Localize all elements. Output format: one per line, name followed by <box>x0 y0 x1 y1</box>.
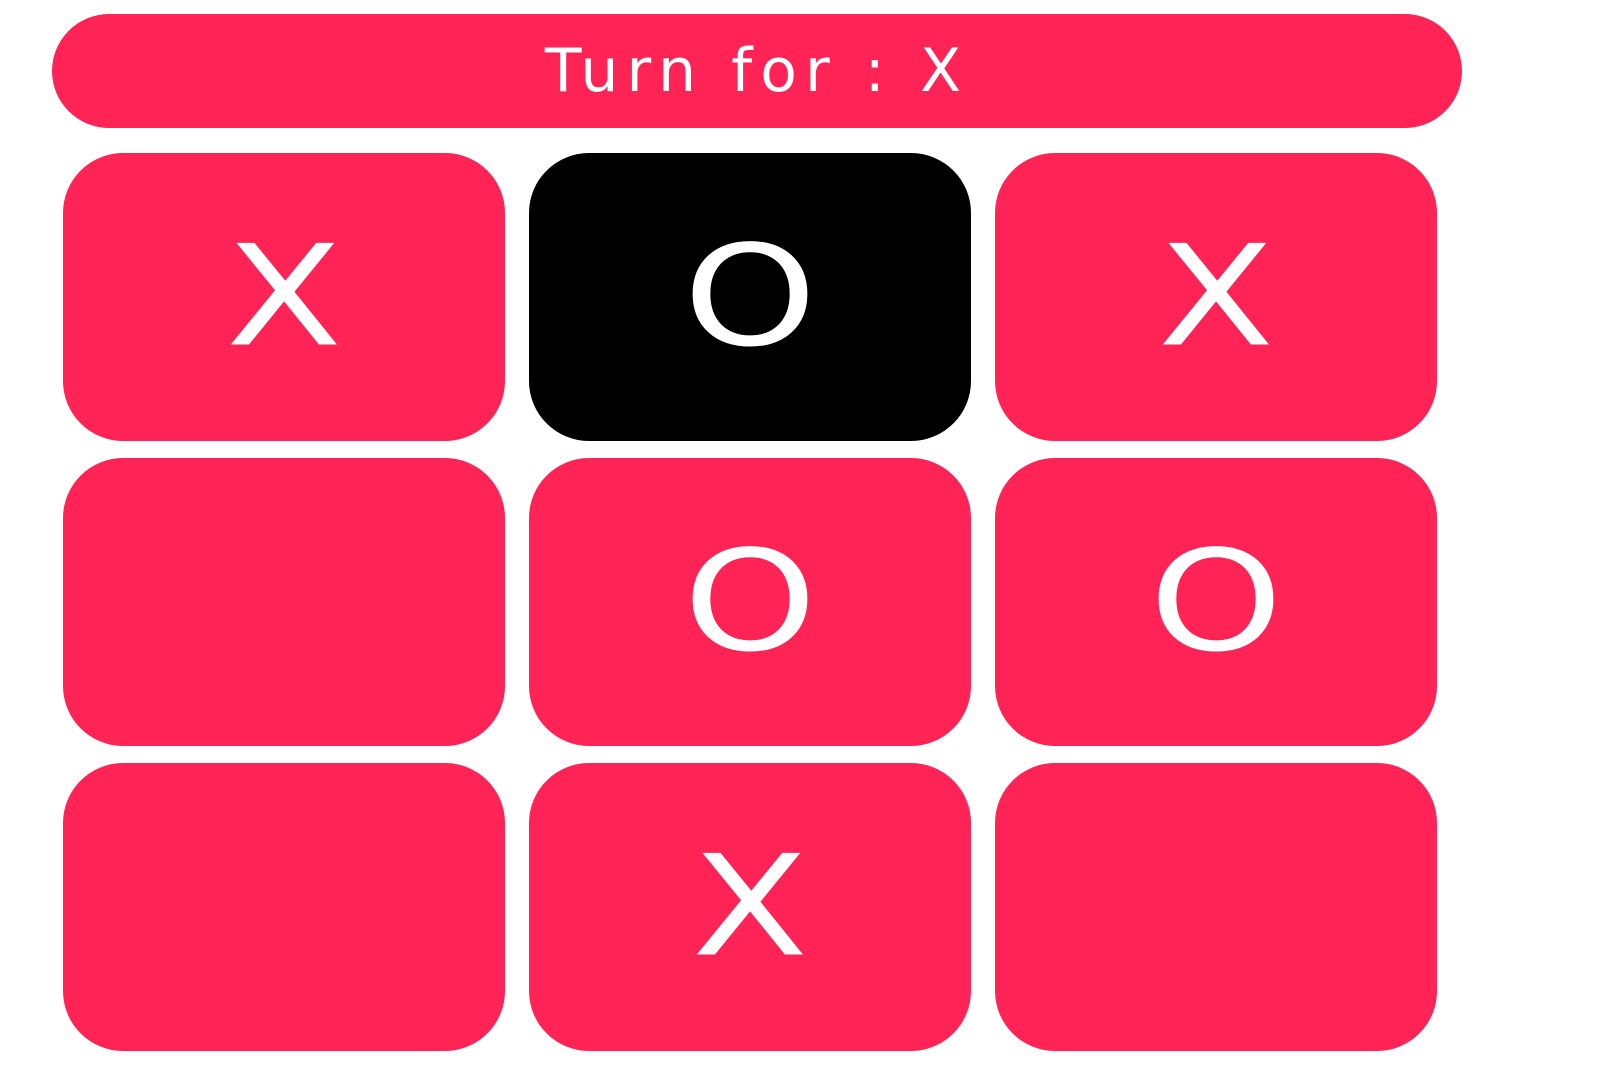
board-cell-5[interactable]: O <box>529 458 971 746</box>
board-cell-9[interactable] <box>995 763 1437 1051</box>
turn-indicator: Turn for : X <box>52 14 1462 128</box>
game-board: X O X O O X <box>63 153 1438 1051</box>
turn-label: Turn for : X <box>544 36 970 106</box>
board-cell-3[interactable]: X <box>995 153 1437 441</box>
board-cell-2[interactable]: O <box>529 153 971 441</box>
board-cell-4[interactable] <box>63 458 505 746</box>
cell-mark: X <box>691 825 809 989</box>
cell-mark: X <box>1157 215 1275 379</box>
cell-mark: O <box>1149 520 1283 684</box>
game-screen: Turn for : X X O X O O X <box>0 0 1600 1066</box>
cell-mark: X <box>225 215 343 379</box>
board-cell-6[interactable]: O <box>995 458 1437 746</box>
cell-mark: O <box>683 215 817 379</box>
cell-mark: O <box>683 520 817 684</box>
board-cell-7[interactable] <box>63 763 505 1051</box>
board-cell-1[interactable]: X <box>63 153 505 441</box>
board-cell-8[interactable]: X <box>529 763 971 1051</box>
